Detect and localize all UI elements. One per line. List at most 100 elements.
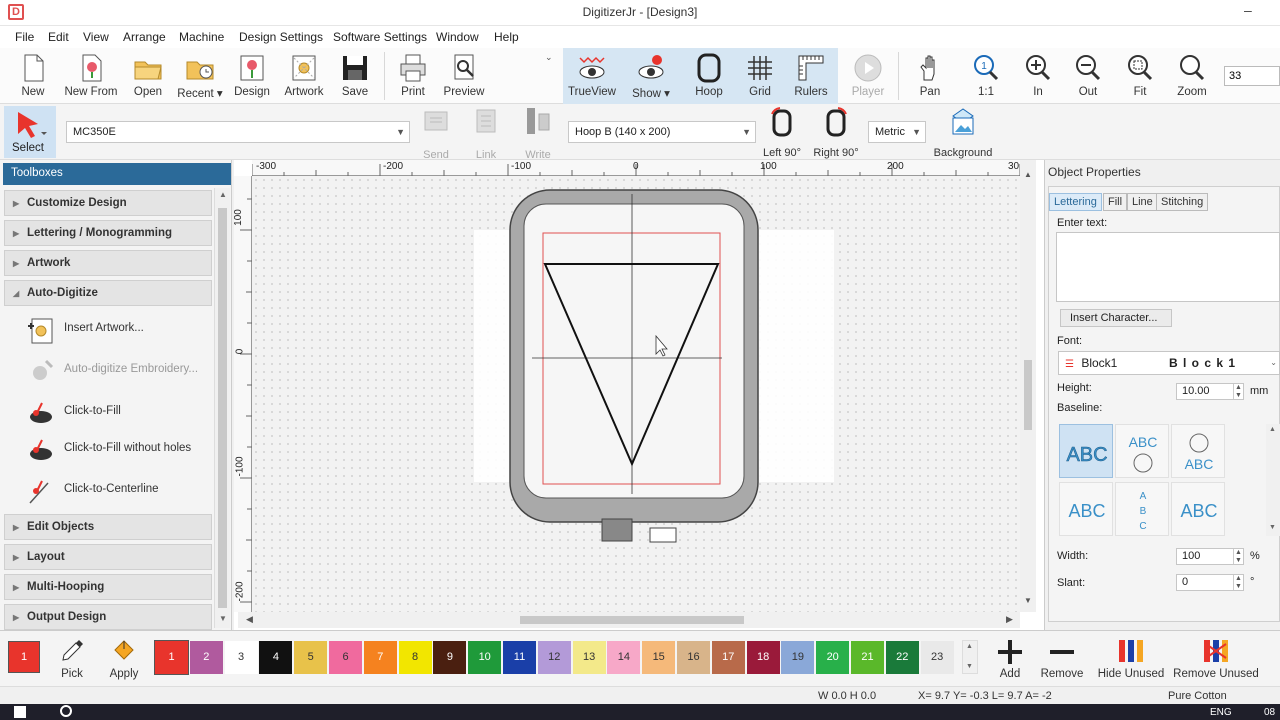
toolbar-overflow-icon[interactable]: ⌄ — [545, 52, 553, 63]
new-button[interactable]: New — [14, 48, 52, 104]
scrollbar-thumb[interactable] — [1024, 360, 1032, 430]
menu-arrange[interactable]: Arrange — [123, 30, 166, 44]
machine-dropdown[interactable]: MC350E ▼ — [66, 121, 410, 143]
spinner-arrows-icon[interactable]: ▲ ▼ — [1233, 575, 1243, 590]
remove-unused-button[interactable]: Remove Unused — [1172, 632, 1260, 688]
color-swatch[interactable]: 17 — [711, 641, 745, 674]
color-swatch[interactable]: 7 — [363, 641, 397, 674]
open-button[interactable]: Open — [128, 48, 168, 104]
color-swatch[interactable]: 23 — [920, 641, 954, 674]
scroll-up-icon[interactable]: ▲ — [966, 643, 973, 650]
trueview-button[interactable]: TrueView — [566, 48, 618, 104]
rulers-button[interactable]: Rulers — [790, 48, 832, 104]
auto-digitize-embroidery-tool[interactable]: Auto-digitize Embroidery... — [14, 353, 210, 389]
color-swatch[interactable]: 5 — [294, 641, 328, 674]
background-button[interactable]: Background — [930, 106, 996, 159]
scroll-down-icon[interactable]: ▼ — [219, 614, 227, 623]
save-button[interactable]: Save — [336, 48, 374, 104]
insert-artwork-tool[interactable]: Insert Artwork... — [14, 312, 210, 348]
baseline-vertical-option[interactable]: ABC — [1115, 482, 1169, 536]
grid-button[interactable]: Grid — [740, 48, 780, 104]
apply-color-button[interactable]: Apply — [104, 632, 144, 688]
zoom-1to1-button[interactable]: 1 1:1 — [966, 48, 1006, 104]
color-swatch[interactable]: 8 — [398, 641, 432, 674]
scroll-up-icon[interactable]: ▲ — [1024, 170, 1032, 179]
section-auto-digitize[interactable]: ◢ Auto-Digitize — [4, 280, 212, 306]
rotate-right-button[interactable]: Right 90° — [812, 106, 860, 159]
color-swatch[interactable]: 15 — [642, 641, 676, 674]
tab-stitching[interactable]: Stitching — [1156, 193, 1209, 211]
color-swatch[interactable]: 6 — [329, 641, 362, 674]
menu-edit[interactable]: Edit — [48, 30, 69, 44]
section-output-design[interactable]: ▶ Output Design — [4, 604, 212, 630]
hoop-button[interactable]: Hoop — [688, 48, 730, 104]
player-button[interactable]: Player — [846, 48, 890, 104]
color-swatch[interactable]: 16 — [677, 641, 710, 674]
section-layout[interactable]: ▶ Layout — [4, 544, 212, 570]
zoom-in-button[interactable]: In — [1018, 48, 1058, 104]
scroll-down-icon[interactable]: ▼ — [1024, 596, 1032, 605]
rotate-left-button[interactable]: Left 90° — [760, 106, 804, 159]
section-edit-objects[interactable]: ▶ Edit Objects — [4, 514, 212, 540]
recent-button[interactable]: Recent ▾ — [176, 48, 224, 104]
color-swatch[interactable]: 13 — [572, 641, 606, 674]
scroll-down-icon[interactable]: ▼ — [966, 663, 973, 670]
remove-color-button[interactable]: Remove — [1038, 632, 1086, 688]
tab-line[interactable]: Line — [1127, 193, 1158, 211]
click-to-fill-tool[interactable]: Click-to-Fill — [14, 395, 210, 431]
menu-help[interactable]: Help — [494, 30, 519, 44]
new-from-button[interactable]: New From — [62, 48, 120, 104]
color-swatch[interactable]: 2 — [189, 641, 223, 674]
hide-unused-button[interactable]: Hide Unused — [1096, 632, 1166, 688]
zoom-percent-input[interactable] — [1224, 66, 1280, 86]
link-button[interactable]: Link — [468, 106, 504, 161]
tab-lettering[interactable]: Lettering — [1049, 193, 1102, 211]
width-input[interactable]: 100 ▲ ▼ — [1176, 548, 1244, 565]
zoom-fit-button[interactable]: Fit — [1120, 48, 1160, 104]
pick-color-button[interactable]: Pick — [52, 632, 92, 688]
scroll-left-icon[interactable]: ◀ — [246, 614, 253, 625]
select-button[interactable]: Select — [4, 106, 56, 158]
baseline-arc-bottom-option[interactable]: ABC — [1171, 424, 1225, 478]
zoom-out-button[interactable]: Out — [1068, 48, 1108, 104]
preview-button[interactable]: Preview — [440, 48, 488, 104]
color-swatch[interactable]: 19 — [781, 641, 815, 674]
color-swatch[interactable]: 11 — [503, 641, 536, 674]
baseline-slant-option[interactable]: ABC — [1059, 482, 1113, 536]
color-swatch[interactable]: 22 — [885, 641, 919, 674]
enter-text-field[interactable] — [1056, 232, 1280, 302]
slant-input[interactable]: 0 ▲ ▼ — [1176, 574, 1244, 591]
send-button[interactable]: Send — [418, 106, 454, 161]
menu-file[interactable]: File — [15, 30, 34, 44]
baseline-scrollbar[interactable]: ▲ ▼ — [1266, 424, 1280, 536]
insert-character-button[interactable]: Insert Character... — [1060, 309, 1172, 327]
clock[interactable]: 08 — [1264, 707, 1275, 718]
design-canvas[interactable] — [252, 176, 1020, 612]
section-multi-hooping[interactable]: ▶ Multi-Hooping — [4, 574, 212, 600]
windows-start-icon[interactable] — [14, 706, 26, 718]
scrollbar-thumb[interactable] — [520, 616, 744, 624]
color-swatch[interactable]: 4 — [259, 641, 293, 674]
menu-view[interactable]: View — [83, 30, 109, 44]
click-fill-no-holes-tool[interactable]: Click-to-Fill without holes — [14, 432, 210, 468]
color-swatch[interactable]: 3 — [224, 641, 258, 674]
scroll-right-icon[interactable]: ▶ — [1006, 614, 1013, 625]
design-button[interactable]: Design — [232, 48, 272, 104]
palette-scroller[interactable]: ▲ ▼ — [962, 640, 978, 674]
hoop-size-dropdown[interactable]: Hoop B (140 x 200) ▼ — [568, 121, 756, 143]
search-icon[interactable] — [60, 705, 72, 717]
pan-button[interactable]: Pan — [910, 48, 950, 104]
add-color-button[interactable]: Add — [992, 632, 1028, 688]
canvas-vertical-scrollbar[interactable]: ▲ ▼ — [1020, 160, 1036, 612]
artwork-button[interactable]: Artwork — [282, 48, 326, 104]
print-button[interactable]: Print — [394, 48, 432, 104]
units-dropdown[interactable]: Metric ▼ — [868, 121, 926, 143]
section-customize-design[interactable]: ▶ Customize Design — [4, 190, 212, 216]
menu-software-settings[interactable]: Software Settings — [333, 30, 427, 44]
menu-window[interactable]: Window — [436, 30, 479, 44]
baseline-straight-option[interactable]: ABC — [1059, 424, 1113, 478]
scrollbar-thumb[interactable] — [218, 208, 227, 608]
color-swatch[interactable]: 20 — [816, 641, 850, 674]
menu-machine[interactable]: Machine — [179, 30, 224, 44]
font-dropdown[interactable]: ☰ Block1 B l o c k 1 ⌄ — [1058, 351, 1280, 375]
